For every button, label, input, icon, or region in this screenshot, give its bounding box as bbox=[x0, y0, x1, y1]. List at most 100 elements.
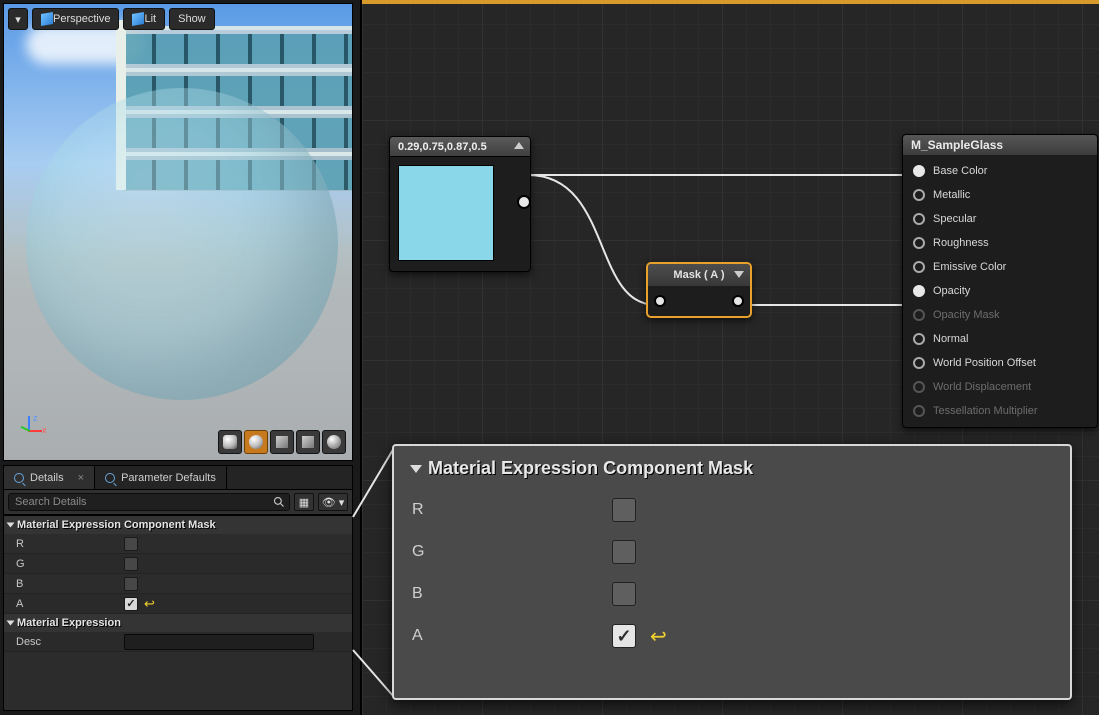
node-material-result[interactable]: M_SampleGlass Base Color Metallic Specular… bbox=[902, 134, 1098, 428]
reset-to-default-icon[interactable]: ↩ bbox=[650, 624, 667, 649]
node-title: 0.29,0.75,0.87,0.5 bbox=[398, 141, 487, 153]
input-pin[interactable] bbox=[913, 405, 925, 417]
reset-to-default-icon[interactable]: ↩ bbox=[144, 596, 155, 612]
pin-label: Specular bbox=[933, 213, 976, 225]
lit-icon bbox=[132, 12, 144, 26]
perspective-button[interactable]: Perspective bbox=[32, 8, 119, 30]
viewport-options-button[interactable]: ▾ bbox=[8, 8, 28, 30]
node-title: Mask ( A ) bbox=[673, 269, 724, 281]
pin-label: Normal bbox=[933, 333, 968, 345]
result-pin-row[interactable]: Roughness bbox=[903, 231, 1097, 255]
axis-gizmo: z x bbox=[16, 416, 46, 446]
search-placeholder: Search Details bbox=[15, 496, 87, 508]
tab-details[interactable]: Details × bbox=[4, 466, 95, 489]
expand-icon bbox=[7, 621, 15, 626]
callout-row: R bbox=[412, 489, 1052, 531]
result-pin-row[interactable]: Metallic bbox=[903, 183, 1097, 207]
result-pin-row[interactable]: Specular bbox=[903, 207, 1097, 231]
pin-label: Opacity Mask bbox=[933, 309, 1000, 321]
preview-cube-button[interactable] bbox=[296, 430, 320, 454]
section-title: Material Expression bbox=[17, 617, 121, 629]
callout-checkbox[interactable] bbox=[612, 498, 636, 522]
preview-sphere-button[interactable] bbox=[244, 430, 268, 454]
input-pin[interactable] bbox=[913, 261, 925, 273]
pin-label: Emissive Color bbox=[933, 261, 1006, 273]
lit-button[interactable]: Lit bbox=[123, 8, 165, 30]
magnifier-callout: Material Expression Component Mask RGBA↩ bbox=[392, 444, 1072, 700]
checkbox-a[interactable] bbox=[124, 597, 138, 611]
callout-title: Material Expression Component Mask bbox=[428, 458, 753, 479]
result-pin-row[interactable]: Tessellation Multiplier bbox=[903, 399, 1097, 423]
output-pin[interactable] bbox=[732, 295, 744, 307]
pin-label: World Position Offset bbox=[933, 357, 1036, 369]
preview-scene: z x bbox=[4, 4, 352, 460]
close-icon[interactable]: × bbox=[78, 472, 84, 484]
show-button[interactable]: Show bbox=[169, 8, 215, 30]
show-label: Show bbox=[178, 13, 206, 25]
pin-label: Metallic bbox=[933, 189, 970, 201]
view-options-button[interactable]: 👁 ▾ bbox=[318, 493, 348, 511]
color-swatch[interactable] bbox=[398, 165, 494, 261]
preview-mesh-button[interactable] bbox=[322, 430, 346, 454]
input-pin[interactable] bbox=[913, 285, 925, 297]
result-pin-row[interactable]: World Position Offset bbox=[903, 351, 1097, 375]
perspective-label: Perspective bbox=[53, 13, 110, 25]
callout-label: R bbox=[412, 501, 612, 519]
desc-input[interactable] bbox=[124, 634, 314, 650]
section-title: Material Expression Component Mask bbox=[17, 519, 216, 531]
callout-checkbox[interactable] bbox=[612, 582, 636, 606]
result-pin-row[interactable]: Emissive Color bbox=[903, 255, 1097, 279]
result-pin-row[interactable]: Opacity Mask bbox=[903, 303, 1097, 327]
search-icon bbox=[273, 496, 285, 508]
pin-label: World Displacement bbox=[933, 381, 1031, 393]
prop-label-r: R bbox=[16, 538, 124, 550]
preview-cylinder-button[interactable] bbox=[218, 430, 242, 454]
collapse-icon[interactable] bbox=[514, 142, 524, 149]
callout-label: B bbox=[412, 585, 612, 603]
callout-row: G bbox=[412, 531, 1052, 573]
section-header-component-mask[interactable]: Material Expression Component Mask bbox=[4, 516, 352, 534]
callout-checkbox[interactable] bbox=[612, 540, 636, 564]
checkbox-b[interactable] bbox=[124, 577, 138, 591]
input-pin[interactable] bbox=[913, 357, 925, 369]
pin-label: Tessellation Multiplier bbox=[933, 405, 1038, 417]
input-pin[interactable] bbox=[913, 381, 925, 393]
input-pin[interactable] bbox=[913, 309, 925, 321]
tab-details-label: Details bbox=[30, 472, 64, 484]
checkbox-r[interactable] bbox=[124, 537, 138, 551]
output-pin[interactable] bbox=[517, 195, 531, 209]
details-panel: Material Expression Component Mask R G B… bbox=[3, 515, 353, 711]
pin-label: Base Color bbox=[933, 165, 987, 177]
preview-plane-button[interactable] bbox=[270, 430, 294, 454]
node-title: M_SampleGlass bbox=[911, 138, 1003, 152]
input-pin[interactable] bbox=[913, 237, 925, 249]
preview-viewport[interactable]: z x ▾ Perspective Lit Show bbox=[3, 3, 353, 461]
property-matrix-button[interactable]: ▦ bbox=[294, 493, 314, 511]
callout-row: B bbox=[412, 573, 1052, 615]
input-pin[interactable] bbox=[654, 295, 666, 307]
preview-mesh-buttons bbox=[218, 430, 346, 454]
input-pin[interactable] bbox=[913, 189, 925, 201]
prop-label-b: B bbox=[16, 578, 124, 590]
collapse-icon[interactable] bbox=[734, 271, 744, 278]
callout-label: G bbox=[412, 543, 612, 561]
checkbox-g[interactable] bbox=[124, 557, 138, 571]
tab-parameter-defaults[interactable]: Parameter Defaults bbox=[95, 466, 227, 489]
section-header-material-expression[interactable]: Material Expression bbox=[4, 614, 352, 632]
result-pin-row[interactable]: Opacity bbox=[903, 279, 1097, 303]
node-constant4vector[interactable]: 0.29,0.75,0.87,0.5 bbox=[389, 136, 531, 272]
result-pin-row[interactable]: Normal bbox=[903, 327, 1097, 351]
perspective-icon bbox=[41, 12, 53, 26]
input-pin[interactable] bbox=[913, 165, 925, 177]
callout-checkbox[interactable] bbox=[612, 624, 636, 648]
pin-label: Opacity bbox=[933, 285, 970, 297]
prop-label-a: A bbox=[16, 598, 124, 610]
result-pin-row[interactable]: World Displacement bbox=[903, 375, 1097, 399]
search-input[interactable]: Search Details bbox=[8, 493, 290, 511]
expand-icon bbox=[7, 523, 15, 528]
input-pin[interactable] bbox=[913, 213, 925, 225]
node-component-mask[interactable]: Mask ( A ) bbox=[646, 262, 752, 318]
input-pin[interactable] bbox=[913, 333, 925, 345]
result-pin-row[interactable]: Base Color bbox=[903, 159, 1097, 183]
expand-icon bbox=[410, 465, 422, 473]
